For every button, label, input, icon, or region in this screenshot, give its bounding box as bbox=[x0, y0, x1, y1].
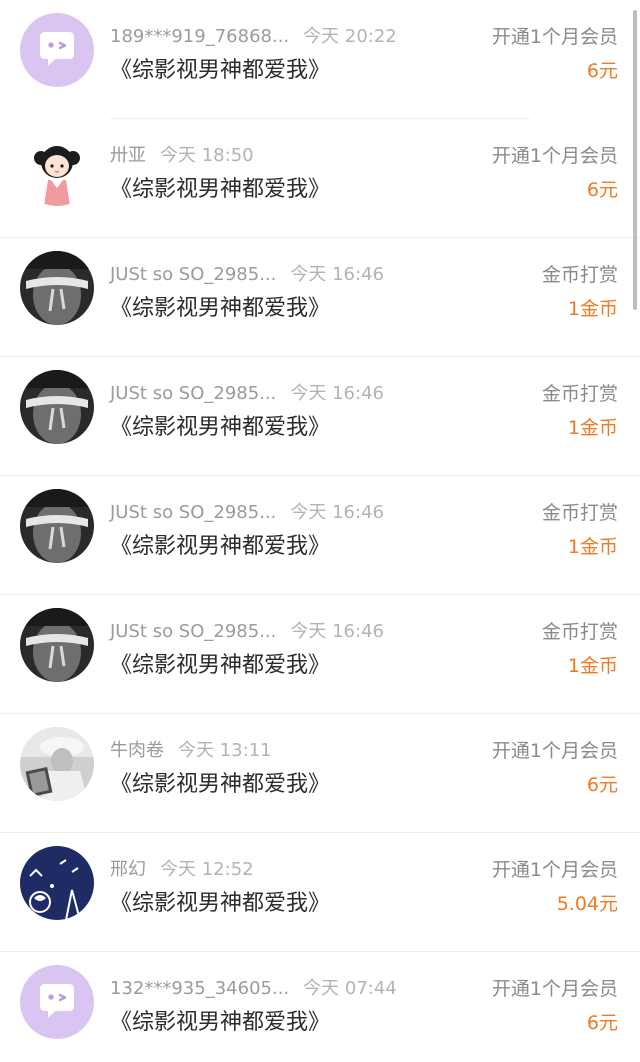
username: 189***919_76868... 今天 20:22 bbox=[110, 26, 397, 47]
username: 132***935_34605... 今天 07:44 bbox=[110, 978, 397, 999]
action-label: 开通1个月会员 bbox=[491, 859, 618, 881]
list-item[interactable]: JUSt so SO_2985... 今天 16:46 《综影视男神都爱我》 金币… bbox=[0, 476, 640, 595]
blindfold-portrait-avatar[interactable] bbox=[20, 370, 94, 444]
amount-value: 1金币 bbox=[567, 298, 618, 320]
list-item[interactable]: 牛肉卷 今天 13:11 《综影视男神都爱我》 开通1个月会员 6元 bbox=[0, 714, 640, 833]
cartoon-girl-avatar[interactable] bbox=[20, 132, 94, 206]
username: JUSt so SO_2985... 今天 16:46 bbox=[110, 502, 384, 523]
list-item[interactable]: 邢幻 今天 12:52 《综影视男神都爱我》 开通1个月会员 5.04元 bbox=[0, 833, 640, 952]
contribution-list: 189***919_76868... 今天 20:22 《综影视男神都爱我》 开通… bbox=[0, 0, 640, 1062]
book-title: 《综影视男神都爱我》 bbox=[110, 1010, 331, 1035]
blindfold-portrait-avatar[interactable] bbox=[20, 608, 94, 682]
list-item[interactable]: 189***919_76868... 今天 20:22 《综影视男神都爱我》 开通… bbox=[0, 0, 640, 119]
book-title: 《综影视男神都爱我》 bbox=[110, 534, 331, 559]
book-title: 《综影视男神都爱我》 bbox=[110, 58, 331, 83]
username: 邢幻 今天 12:52 bbox=[110, 859, 254, 880]
timestamp: 今天 16:46 bbox=[290, 264, 384, 285]
person-in-hat-avatar[interactable] bbox=[20, 727, 94, 801]
amount-value: 1金币 bbox=[567, 655, 618, 677]
action-label: 开通1个月会员 bbox=[491, 145, 618, 167]
amount-value: 5.04元 bbox=[556, 893, 618, 915]
book-title: 《综影视男神都爱我》 bbox=[110, 296, 331, 321]
action-label: 金币打赏 bbox=[541, 383, 618, 405]
book-title: 《综影视男神都爱我》 bbox=[110, 653, 331, 678]
list-item[interactable]: JUSt so SO_2985... 今天 16:46 《综影视男神都爱我》 金币… bbox=[0, 238, 640, 357]
timestamp: 今天 07:44 bbox=[303, 978, 397, 999]
timestamp: 今天 16:46 bbox=[290, 502, 384, 523]
blindfold-portrait-avatar[interactable] bbox=[20, 251, 94, 325]
navy-illustration-avatar[interactable] bbox=[20, 846, 94, 920]
book-title: 《综影视男神都爱我》 bbox=[110, 415, 331, 440]
action-label: 开通1个月会员 bbox=[491, 740, 618, 762]
list-item[interactable]: 132***935_34605... 今天 07:44 《综影视男神都爱我》 开通… bbox=[0, 952, 640, 1062]
amount-value: 6元 bbox=[586, 179, 618, 201]
chat-bubble-avatar-icon[interactable] bbox=[20, 13, 94, 87]
action-label: 金币打赏 bbox=[541, 264, 618, 286]
book-title: 《综影视男神都爱我》 bbox=[110, 177, 331, 202]
amount-value: 6元 bbox=[586, 1012, 618, 1034]
action-label: 金币打赏 bbox=[541, 621, 618, 643]
action-label: 开通1个月会员 bbox=[491, 978, 618, 1000]
username: JUSt so SO_2985... 今天 16:46 bbox=[110, 621, 384, 642]
username: JUSt so SO_2985... 今天 16:46 bbox=[110, 383, 384, 404]
username: 卅亚 今天 18:50 bbox=[110, 145, 254, 166]
amount-value: 1金币 bbox=[567, 417, 618, 439]
list-item[interactable]: 卅亚 今天 18:50 《综影视男神都爱我》 开通1个月会员 6元 bbox=[0, 119, 640, 238]
action-label: 开通1个月会员 bbox=[491, 26, 618, 48]
chat-bubble-avatar-icon[interactable] bbox=[20, 965, 94, 1039]
scrollbar[interactable] bbox=[633, 10, 637, 310]
book-title: 《综影视男神都爱我》 bbox=[110, 772, 331, 797]
timestamp: 今天 16:46 bbox=[290, 383, 384, 404]
blindfold-portrait-avatar[interactable] bbox=[20, 489, 94, 563]
timestamp: 今天 16:46 bbox=[290, 621, 384, 642]
list-item[interactable]: JUSt so SO_2985... 今天 16:46 《综影视男神都爱我》 金币… bbox=[0, 357, 640, 476]
username: 牛肉卷 今天 13:11 bbox=[110, 740, 272, 761]
timestamp: 今天 12:52 bbox=[160, 859, 254, 880]
timestamp: 今天 18:50 bbox=[160, 145, 254, 166]
timestamp: 今天 20:22 bbox=[303, 26, 397, 47]
book-title: 《综影视男神都爱我》 bbox=[110, 891, 331, 916]
action-label: 金币打赏 bbox=[541, 502, 618, 524]
amount-value: 1金币 bbox=[567, 536, 618, 558]
timestamp: 今天 13:11 bbox=[178, 740, 272, 761]
username: JUSt so SO_2985... 今天 16:46 bbox=[110, 264, 384, 285]
amount-value: 6元 bbox=[586, 60, 618, 82]
list-item[interactable]: JUSt so SO_2985... 今天 16:46 《综影视男神都爱我》 金币… bbox=[0, 595, 640, 714]
amount-value: 6元 bbox=[586, 774, 618, 796]
